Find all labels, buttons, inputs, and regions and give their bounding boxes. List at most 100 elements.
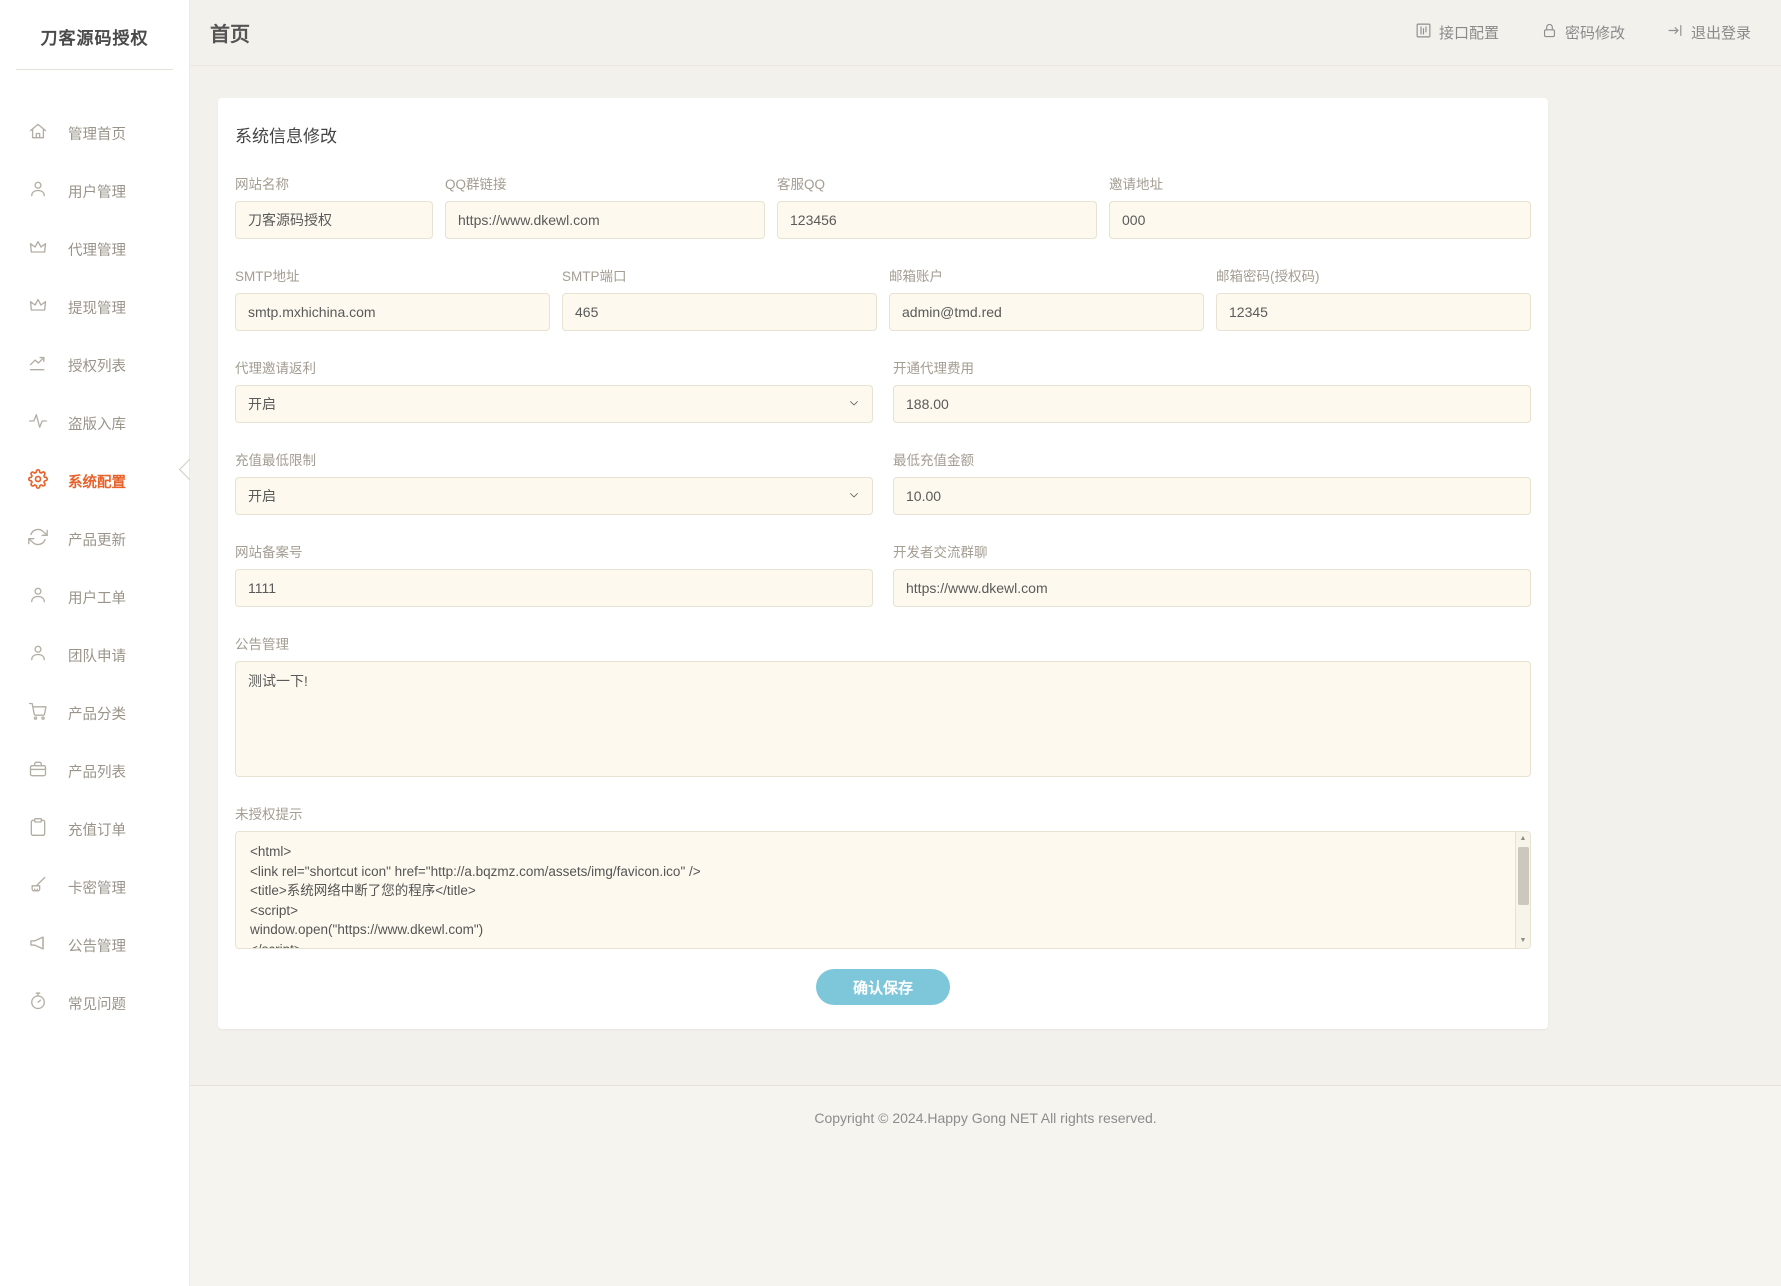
email-password-input[interactable] — [1216, 293, 1531, 331]
recharge-limit-value: 开启 — [248, 486, 276, 506]
user-icon — [28, 643, 48, 667]
smtp-host-input[interactable] — [235, 293, 550, 331]
sidebar-item-recharge-orders[interactable]: 充值订单 — [0, 800, 189, 858]
sidebar-item-label: 代理管理 — [68, 239, 126, 260]
field-recharge-limit: 充值最低限制 开启 — [235, 449, 873, 515]
agent-rebate-select[interactable]: 开启 — [235, 385, 873, 423]
sidebar-item-product-list[interactable]: 产品列表 — [0, 742, 189, 800]
app-logo: 刀客源码授权 — [0, 0, 189, 69]
field-unauthorized-tip: 未授权提示 <html> <link rel="shortcut icon" h… — [235, 803, 1531, 949]
api-config-label: 接口配置 — [1439, 22, 1499, 43]
invite-address-label: 邀请地址 — [1109, 173, 1531, 193]
chevron-down-icon — [848, 488, 860, 504]
sidebar-item-label: 产品列表 — [68, 761, 126, 782]
cart-icon — [28, 701, 48, 725]
divider — [16, 69, 173, 70]
sidebar-item-label: 卡密管理 — [68, 877, 126, 898]
briefcase-icon — [28, 759, 48, 783]
sidebar-item-label: 授权列表 — [68, 355, 126, 376]
unauthorized-tip-label: 未授权提示 — [235, 803, 1531, 823]
sidebar-item-label: 用户工单 — [68, 587, 126, 608]
invite-address-input[interactable] — [1109, 201, 1531, 239]
scrollbar[interactable]: ▲ ▼ — [1515, 832, 1530, 948]
sidebar-item-team-application[interactable]: 团队申请 — [0, 626, 189, 684]
scroll-down-icon[interactable]: ▼ — [1516, 934, 1530, 948]
dev-group-label: 开发者交流群聊 — [893, 541, 1531, 561]
sidebar-item-faq[interactable]: 常见问题 — [0, 974, 189, 1032]
gear-icon — [28, 469, 48, 493]
field-email-password: 邮箱密码(授权码) — [1216, 265, 1531, 331]
logout-button[interactable]: 退出登录 — [1667, 22, 1751, 43]
field-announcement: 公告管理 测试一下! — [235, 633, 1531, 777]
sidebar-item-announcement-management[interactable]: 公告管理 — [0, 916, 189, 974]
crown-icon — [28, 295, 48, 319]
icp-number-input[interactable] — [235, 569, 873, 607]
email-password-label: 邮箱密码(授权码) — [1216, 265, 1531, 285]
field-icp-number: 网站备案号 — [235, 541, 873, 607]
sidebar: 刀客源码授权 管理首页 用户管理 代理管理 提现管理 授权列表 盗版入库 — [0, 0, 190, 1286]
recharge-limit-label: 充值最低限制 — [235, 449, 873, 469]
site-name-label: 网站名称 — [235, 173, 433, 193]
sidebar-item-product-update[interactable]: 产品更新 — [0, 510, 189, 568]
smtp-port-label: SMTP端口 — [562, 265, 877, 285]
sidebar-item-user-tickets[interactable]: 用户工单 — [0, 568, 189, 626]
form-row-1: 网站名称 QQ群链接 客服QQ 邀请地址 — [235, 173, 1531, 239]
service-qq-label: 客服QQ — [777, 173, 1097, 193]
scroll-up-icon[interactable]: ▲ — [1516, 832, 1530, 846]
sidebar-item-system-config[interactable]: 系统配置 — [0, 452, 189, 510]
sidebar-item-label: 系统配置 — [68, 471, 126, 492]
service-qq-input[interactable] — [777, 201, 1097, 239]
trending-up-icon — [28, 353, 48, 377]
sidebar-item-card-key-management[interactable]: 卡密管理 — [0, 858, 189, 916]
change-password-button[interactable]: 密码修改 — [1541, 22, 1625, 43]
submit-row: 确认保存 — [235, 969, 1531, 1005]
sidebar-item-agent-management[interactable]: 代理管理 — [0, 220, 189, 278]
home-icon — [28, 121, 48, 145]
min-recharge-input[interactable] — [893, 477, 1531, 515]
api-config-button[interactable]: 接口配置 — [1415, 22, 1499, 43]
field-invite-address: 邀请地址 — [1109, 173, 1531, 239]
save-button[interactable]: 确认保存 — [816, 969, 950, 1005]
announcement-textarea[interactable]: 测试一下! — [235, 661, 1531, 777]
field-site-name: 网站名称 — [235, 173, 433, 239]
system-settings-card: 系统信息修改 网站名称 QQ群链接 客服QQ 邀请地址 — [218, 98, 1548, 1029]
card-title: 系统信息修改 — [235, 114, 1531, 173]
min-recharge-label: 最低充值金额 — [893, 449, 1531, 469]
sidebar-item-label: 提现管理 — [68, 297, 126, 318]
unauthorized-tip-textarea[interactable]: <html> <link rel="shortcut icon" href="h… — [235, 831, 1531, 949]
field-agent-fee: 开通代理费用 — [893, 357, 1531, 423]
field-agent-rebate: 代理邀请返利 开启 — [235, 357, 873, 423]
main-area: 首页 接口配置 密码修改 退出登录 系统信息修改 网站名称 — [190, 0, 1781, 1286]
sidebar-item-withdraw-management[interactable]: 提现管理 — [0, 278, 189, 336]
smtp-port-input[interactable] — [562, 293, 877, 331]
smtp-host-label: SMTP地址 — [235, 265, 550, 285]
dev-group-input[interactable] — [893, 569, 1531, 607]
sidebar-item-license-list[interactable]: 授权列表 — [0, 336, 189, 394]
topbar-actions: 接口配置 密码修改 退出登录 — [1415, 22, 1751, 43]
user-icon — [28, 179, 48, 203]
form-row-2: SMTP地址 SMTP端口 邮箱账户 邮箱密码(授权码) — [235, 265, 1531, 331]
email-account-input[interactable] — [889, 293, 1204, 331]
unauthorized-tip-wrap: <html> <link rel="shortcut icon" href="h… — [235, 831, 1531, 949]
sidebar-item-label: 盗版入库 — [68, 413, 126, 434]
chevron-down-icon — [848, 396, 860, 412]
sidebar-item-admin-home[interactable]: 管理首页 — [0, 104, 189, 162]
sidebar-item-label: 管理首页 — [68, 123, 126, 144]
sidebar-item-user-management[interactable]: 用户管理 — [0, 162, 189, 220]
qq-group-link-input[interactable] — [445, 201, 765, 239]
sidebar-item-piracy-inbound[interactable]: 盗版入库 — [0, 394, 189, 452]
field-dev-group: 开发者交流群聊 — [893, 541, 1531, 607]
form-row-announcement: 公告管理 测试一下! — [235, 633, 1531, 777]
agent-fee-input[interactable] — [893, 385, 1531, 423]
recharge-limit-select[interactable]: 开启 — [235, 477, 873, 515]
topbar: 首页 接口配置 密码修改 退出登录 — [190, 0, 1781, 66]
scrollbar-thumb[interactable] — [1518, 847, 1529, 905]
site-name-input[interactable] — [235, 201, 433, 239]
footer: Copyright © 2024.Happy Gong NET All righ… — [190, 1085, 1781, 1286]
field-service-qq: 客服QQ — [777, 173, 1097, 239]
agent-rebate-value: 开启 — [248, 394, 276, 414]
sidebar-item-product-category[interactable]: 产品分类 — [0, 684, 189, 742]
announcement-label: 公告管理 — [235, 633, 1531, 653]
agent-fee-label: 开通代理费用 — [893, 357, 1531, 377]
sidebar-item-label: 团队申请 — [68, 645, 126, 666]
